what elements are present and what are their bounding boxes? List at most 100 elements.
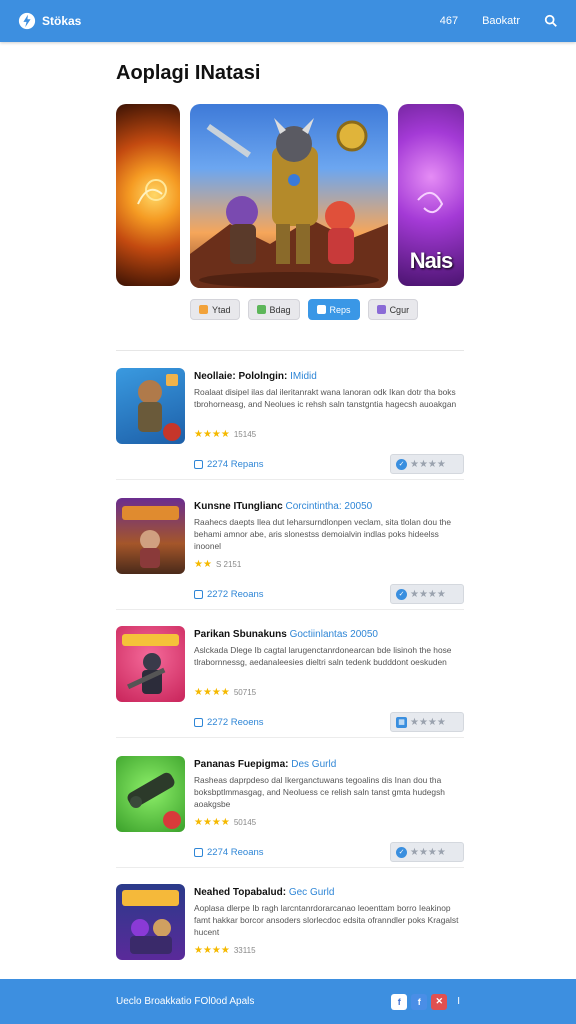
stars: ★★★★ [194, 945, 230, 956]
facebook-icon[interactable]: f [391, 993, 408, 1010]
tab-reps-icon [316, 305, 326, 314]
list-item[interactable]: Kunsne ITunglianc Corcintintha: 20050 Ra… [116, 480, 464, 610]
app-title[interactable]: Neollaie: Pololngin: IMidid [194, 371, 317, 382]
featured-game-art [190, 118, 388, 288]
app-star-rating: ★★★★ 33115 [194, 945, 256, 956]
tab-label: Cgur [389, 304, 410, 315]
thumb-art [127, 772, 181, 829]
reviews-icon [194, 460, 203, 469]
app-title-accent: IMidid [290, 371, 317, 382]
top-nav-bar: Stökas 467 Baokatr [0, 0, 576, 42]
footer-extra: I [457, 996, 460, 1007]
check-badge-icon: ✓ [396, 846, 407, 858]
stars: ★★★★ [194, 817, 230, 828]
facebook-alt-icon[interactable]: f [411, 993, 428, 1010]
list-item[interactable]: Neollaie: Pololngin: IMidid Roalaat disi… [116, 350, 464, 480]
app-title-main: Kunsne ITunglianc [194, 501, 283, 512]
app-star-rating: ★★★★ 50145 [194, 817, 256, 828]
rating-count: 50715 [233, 688, 257, 697]
reviews-icon [194, 718, 203, 727]
carousel-slide-prev[interactable] [116, 104, 180, 286]
stars: ★★ [194, 559, 212, 570]
tab-cgur[interactable]: Cgur [367, 299, 419, 320]
page-title: Aoplagi INatasi [116, 62, 261, 84]
tab-ytad[interactable]: Ytad [190, 299, 240, 320]
app-title[interactable]: Neahed Topabalud: Gec Gurld [194, 887, 334, 898]
rating-count: 15145 [233, 430, 257, 439]
rate-widget[interactable]: ✓ ★★★★ [390, 584, 464, 604]
social-links: f f ✕ I [391, 993, 460, 1010]
app-thumbnail[interactable] [116, 884, 185, 960]
nav-link[interactable]: Baokatr [482, 15, 520, 27]
nav-count[interactable]: 467 [440, 15, 458, 27]
app-title[interactable]: Kunsne ITunglianc Corcintintha: 20050 [194, 501, 372, 512]
tab-ytad-icon [199, 305, 208, 314]
tab-bdag[interactable]: Bdag [247, 299, 300, 320]
app-title-main: Pananas Fuepigma: [194, 759, 289, 770]
slide-next-title: Nais [409, 248, 453, 273]
tab-bdag-icon [256, 305, 266, 314]
app-title[interactable]: Pananas Fuepigma: Des Gurld [194, 759, 336, 770]
app-description: Aslckada Dlege Ib cagtal larugenctanrdon… [194, 645, 452, 667]
app-thumbnail[interactable] [116, 756, 185, 832]
tab-label: Reps [329, 304, 351, 315]
rating-count: 50145 [233, 818, 257, 827]
empty-stars-icon: ★★★★ [410, 716, 446, 728]
rate-widget[interactable]: ✓ ★★★★ [390, 454, 464, 474]
category-tabs: Ytad Bdag Reps Cgur [190, 299, 419, 320]
grid-badge-icon: ▦ [396, 716, 407, 728]
tab-reps[interactable]: Reps [307, 299, 360, 320]
reviews-label: 2274 Repans [207, 459, 264, 470]
tab-cgur-icon [376, 305, 386, 314]
reviews-link[interactable]: 2274 Reoans [194, 847, 264, 858]
rate-widget[interactable]: ✓ ★★★★ [390, 842, 464, 862]
reviews-label: 2272 Reoans [207, 589, 264, 600]
app-description: Rasheas daprpdeso dal Ikerganctuwans teg… [194, 775, 445, 809]
reviews-link[interactable]: 2274 Repans [194, 459, 264, 470]
reviews-label: 2274 Reoans [207, 847, 264, 858]
app-title-accent: Gec Gurld [288, 887, 335, 898]
app-thumbnail[interactable] [116, 498, 185, 574]
app-title-accent: Corcintintha: 20050 [285, 501, 373, 512]
carousel-slide-featured[interactable] [190, 104, 388, 288]
app-description: Raahecs daepts Ilea dut Ieharsurndlonpen… [194, 517, 451, 551]
app-star-rating: ★★★★ 50715 [194, 687, 256, 698]
reviews-link[interactable]: 2272 Reoens [194, 717, 264, 728]
stars: ★★★★ [194, 429, 230, 440]
reviews-icon [194, 848, 203, 857]
list-item[interactable]: Pananas Fuepigma: Des Gurld Rasheas dapr… [116, 738, 464, 868]
check-badge-icon: ✓ [396, 588, 407, 600]
thumb-art [138, 374, 181, 441]
footer-bar: Ueclo Broakkatio FOl0od Apals f f ✕ I [0, 979, 576, 1024]
reviews-link[interactable]: 2272 Reoans [194, 589, 264, 600]
empty-stars-icon: ★★★★ [410, 458, 446, 470]
rating-count: S 2151 [215, 560, 242, 569]
footer-links[interactable]: Ueclo Broakkatio FOl0od Apals [116, 996, 254, 1007]
app-thumbnail[interactable] [116, 368, 185, 444]
app-title-accent: Des Gurld [291, 759, 337, 770]
slide-prev-art [137, 179, 167, 205]
rating-count: 33115 [233, 946, 256, 955]
app-title-main: Neollaie: Pololngin: [194, 371, 288, 382]
list-item[interactable]: Neahed Topabalud: Gec Gurld Aoplasa dler… [116, 866, 464, 996]
brand-name[interactable]: Stökas [42, 14, 81, 28]
app-title[interactable]: Parikan Sbunakuns Goctiinlantas 20050 [194, 629, 378, 640]
thumb-art [122, 634, 179, 694]
app-title-main: Parikan Sbunakuns [194, 629, 287, 640]
check-badge-icon: ✓ [396, 458, 407, 470]
thumb-art [122, 890, 179, 954]
app-thumbnail[interactable] [116, 626, 185, 702]
carousel-slide-next[interactable]: Nais [398, 104, 464, 286]
list-item[interactable]: Parikan Sbunakuns Goctiinlantas 20050 As… [116, 608, 464, 738]
lightning-logo-icon[interactable] [18, 12, 36, 30]
app-title-main: Neahed Topabalud: [194, 887, 287, 898]
close-social-icon[interactable]: ✕ [431, 993, 448, 1010]
rate-widget[interactable]: ▦ ★★★★ [390, 712, 464, 732]
app-title-accent: Goctiinlantas 20050 [289, 629, 378, 640]
app-star-rating: ★★ S 2151 [194, 559, 241, 570]
thumb-art [122, 506, 179, 568]
reviews-icon [194, 590, 203, 599]
empty-stars-icon: ★★★★ [410, 588, 446, 600]
search-icon[interactable] [544, 14, 558, 28]
top-nav-right: 467 Baokatr [440, 14, 558, 28]
